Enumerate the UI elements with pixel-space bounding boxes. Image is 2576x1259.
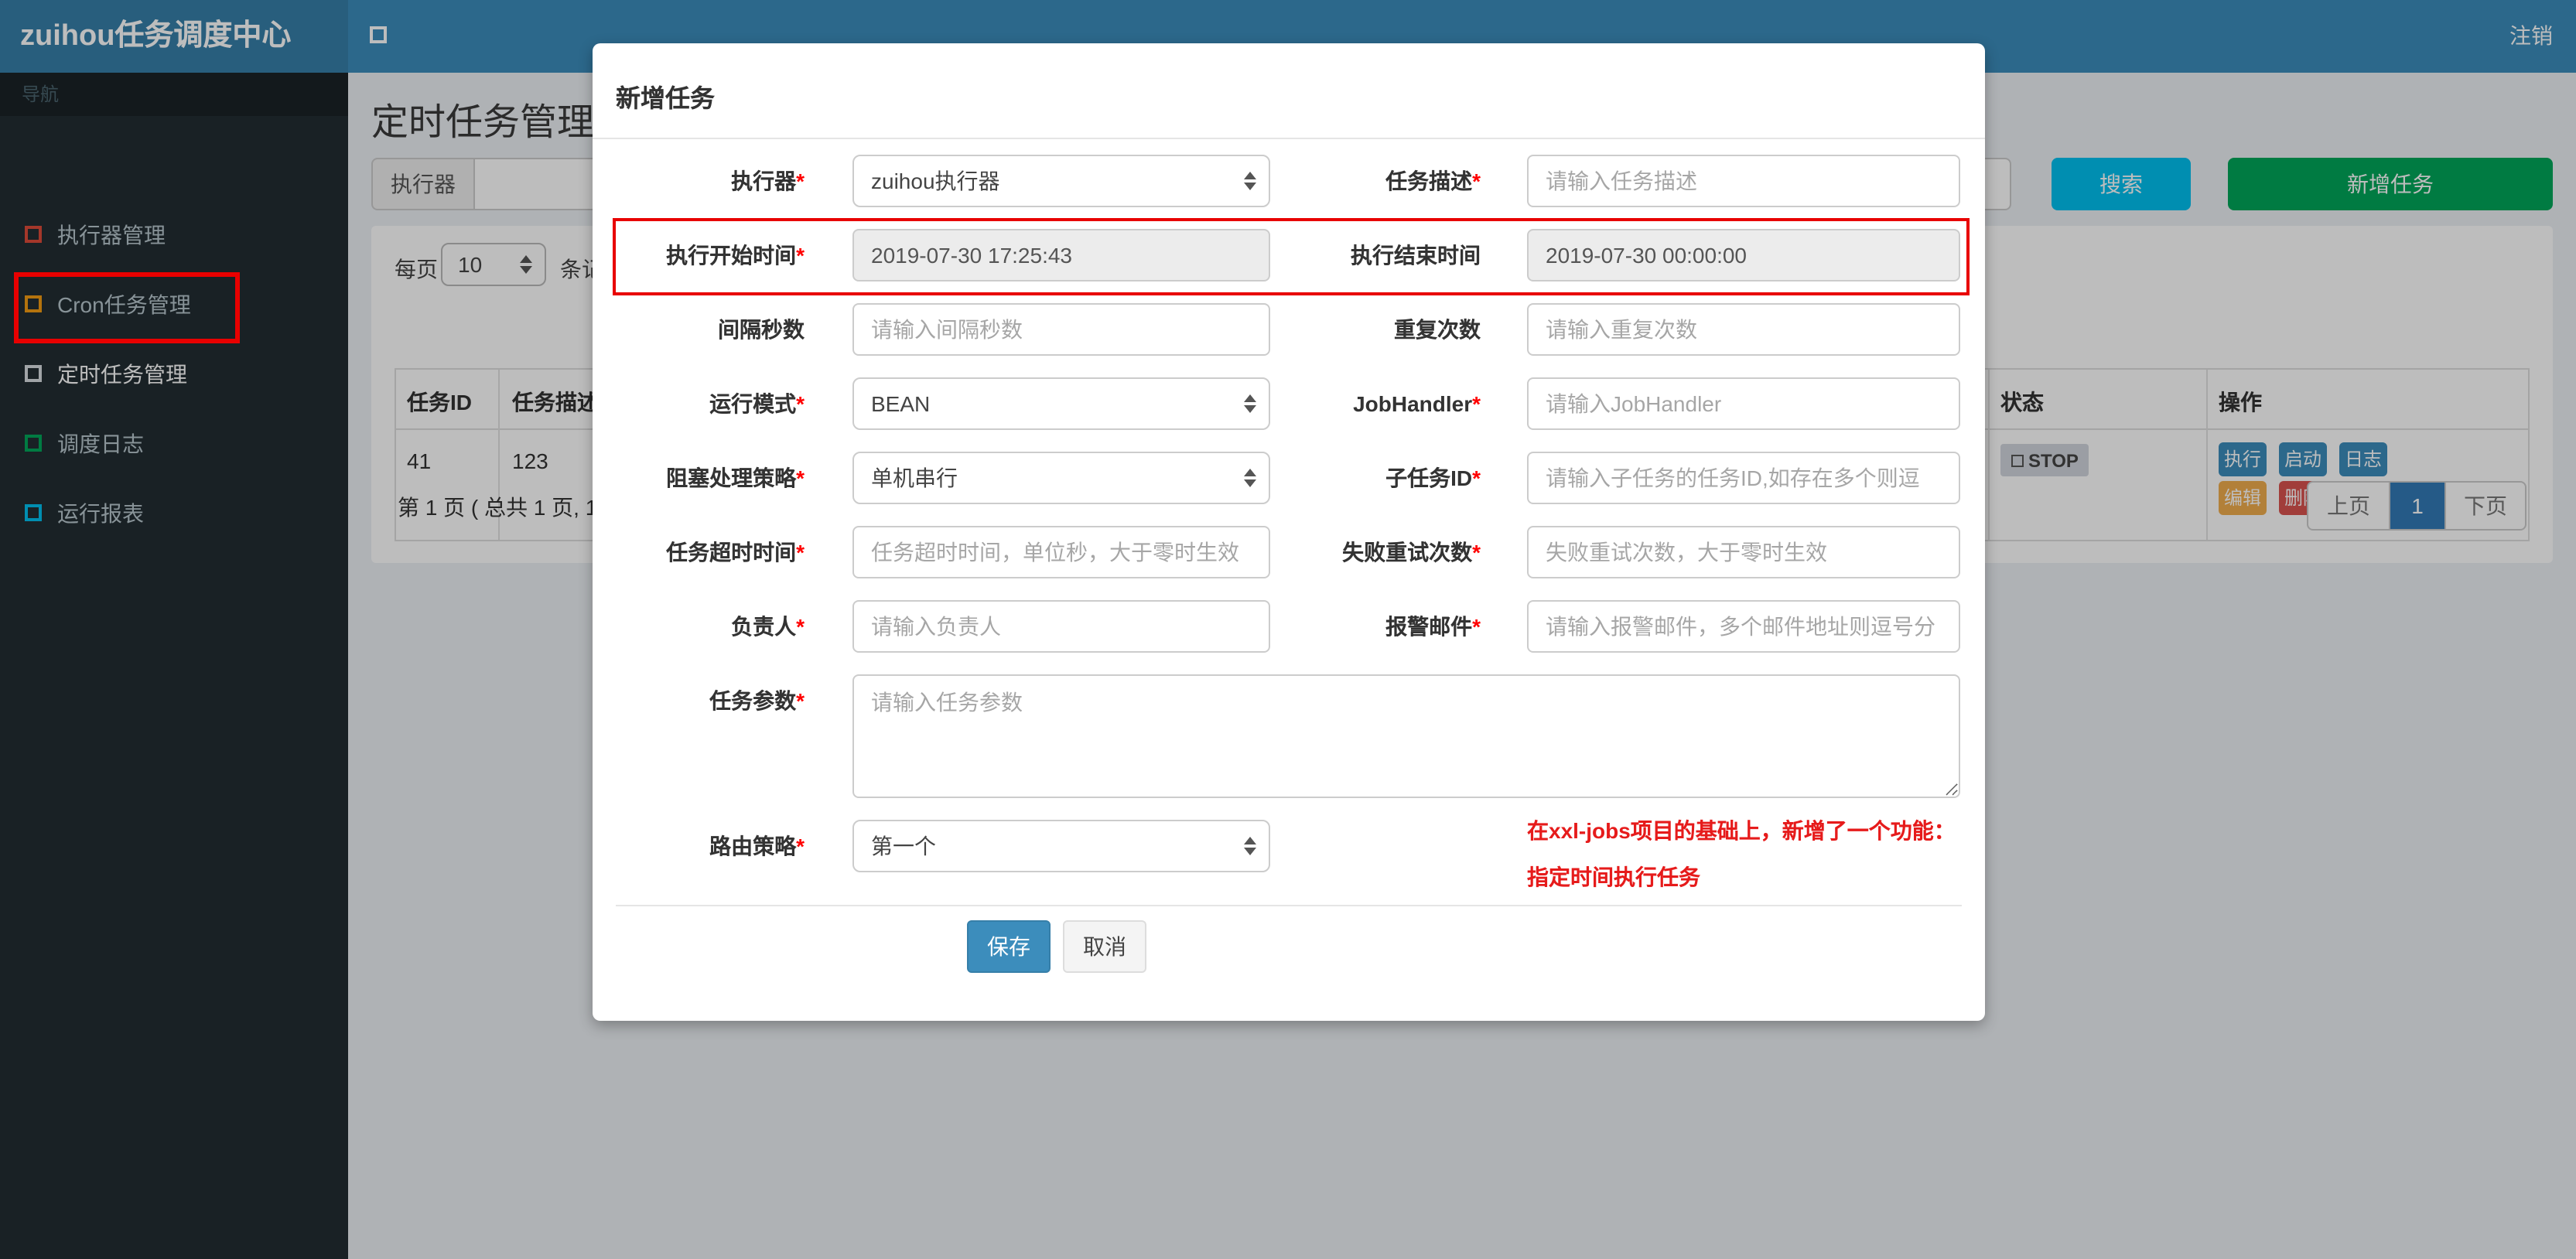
feature-note: 在xxl-jobs项目的基础上，新增了一个功能： 指定时间执行任务	[1527, 807, 1979, 900]
repeat-count-label: 重复次数	[1394, 317, 1481, 342]
required-mark: *	[796, 169, 805, 193]
required-mark: *	[796, 243, 805, 268]
executor-select-value: zuihou执行器	[871, 169, 1000, 193]
modal-title: 新增任务	[616, 87, 716, 113]
select-arrows-icon	[1244, 394, 1256, 413]
save-button[interactable]: 保存	[967, 920, 1051, 973]
feature-note-line1: 在xxl-jobs项目的基础上，新增了一个功能：	[1527, 818, 1956, 843]
route-strategy-label: 路由策略*	[709, 834, 805, 858]
repeat-count-input[interactable]	[1527, 303, 1960, 356]
job-param-label: 任务参数*	[709, 688, 805, 713]
required-mark: *	[1472, 169, 1481, 193]
glue-type-select[interactable]: BEAN	[852, 377, 1270, 430]
form-row-timeout: 任务超时时间* 失败重试次数*	[616, 526, 1968, 578]
author-label: 负责人*	[731, 614, 805, 639]
required-mark: *	[1472, 540, 1481, 565]
block-strategy-label: 阻塞处理策略*	[666, 466, 805, 490]
feature-note-line2: 指定时间执行任务	[1527, 865, 1700, 889]
child-job-id-label: 子任务ID*	[1385, 466, 1481, 490]
modal-footer-divider	[616, 905, 1962, 906]
route-strategy-select-value: 第一个	[871, 834, 936, 858]
required-mark: *	[796, 688, 805, 713]
required-mark: *	[1472, 614, 1481, 639]
start-time-label: 执行开始时间*	[666, 243, 805, 268]
executor-label: 执行器*	[731, 169, 805, 193]
timeout-label: 任务超时时间*	[666, 540, 805, 565]
form-row-author: 负责人* 报警邮件*	[616, 600, 1968, 653]
end-time-input[interactable]	[1527, 229, 1960, 281]
form-row-interval: 间隔秒数 重复次数	[616, 303, 1968, 356]
job-desc-input[interactable]	[1527, 155, 1960, 207]
block-strategy-select[interactable]: 单机串行	[852, 452, 1270, 504]
select-arrows-icon	[1244, 172, 1256, 190]
form-row-exec-time: 执行开始时间* 执行结束时间	[616, 229, 1968, 281]
select-arrows-icon	[1244, 837, 1256, 855]
form-row-block-strategy: 阻塞处理策略* 单机串行 子任务ID*	[616, 452, 1968, 504]
fail-retry-input[interactable]	[1527, 526, 1960, 578]
required-mark: *	[1472, 391, 1481, 416]
add-task-modal: 新增任务 执行器* zuihou执行器 任务描述* 执行开始时间* 执行结束时间…	[593, 43, 1985, 1021]
fail-retry-label: 失败重试次数*	[1342, 540, 1481, 565]
glue-type-label: 运行模式*	[709, 391, 805, 416]
job-handler-input[interactable]	[1527, 377, 1960, 430]
executor-select[interactable]: zuihou执行器	[852, 155, 1270, 207]
required-mark: *	[796, 614, 805, 639]
child-job-id-input[interactable]	[1527, 452, 1960, 504]
required-mark: *	[1472, 466, 1481, 490]
route-strategy-select[interactable]: 第一个	[852, 820, 1270, 872]
timeout-input[interactable]	[852, 526, 1270, 578]
start-time-input[interactable]	[852, 229, 1270, 281]
glue-type-select-value: BEAN	[871, 391, 931, 416]
job-desc-label: 任务描述*	[1385, 169, 1481, 193]
required-mark: *	[796, 540, 805, 565]
end-time-label: 执行结束时间	[1351, 243, 1481, 268]
alarm-email-input[interactable]	[1527, 600, 1960, 653]
required-mark: *	[796, 391, 805, 416]
form-row-glue-type: 运行模式* BEAN JobHandler*	[616, 377, 1968, 430]
author-input[interactable]	[852, 600, 1270, 653]
job-param-textarea[interactable]	[852, 674, 1960, 798]
interval-input[interactable]	[852, 303, 1270, 356]
interval-label: 间隔秒数	[718, 317, 805, 342]
required-mark: *	[796, 466, 805, 490]
block-strategy-select-value: 单机串行	[871, 466, 958, 490]
job-handler-label: JobHandler*	[1353, 391, 1481, 416]
modal-header: 新增任务	[593, 43, 1985, 139]
form-row-executor: 执行器* zuihou执行器 任务描述*	[616, 155, 1968, 207]
select-arrows-icon	[1244, 469, 1256, 487]
viewport: zuihou任务调度中心 注销 导航 执行器管理 Cron任务管理 定时任务管理	[0, 0, 2576, 1259]
required-mark: *	[796, 834, 805, 858]
alarm-email-label: 报警邮件*	[1385, 614, 1481, 639]
cancel-button[interactable]: 取消	[1063, 920, 1146, 973]
